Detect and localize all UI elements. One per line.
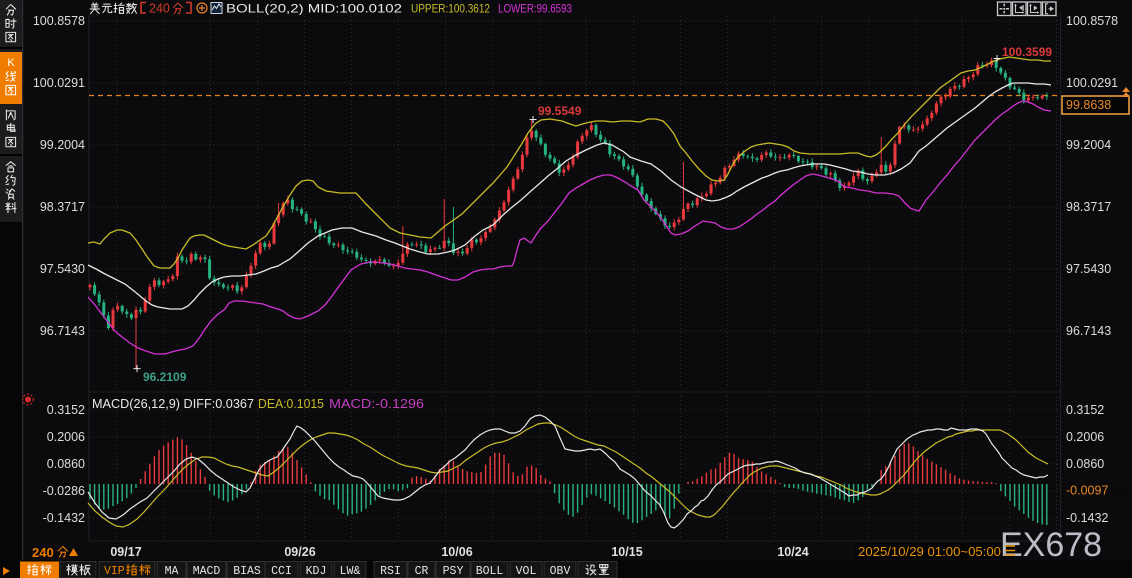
svg-text:99.2004: 99.2004 [40, 138, 85, 152]
svg-text:97.5430: 97.5430 [40, 262, 85, 276]
svg-text:CCI: CCI [271, 565, 292, 578]
svg-text:10/15: 10/15 [611, 545, 642, 559]
svg-text:MACD:-0.1296: MACD:-0.1296 [329, 397, 424, 411]
svg-text:100.0291: 100.0291 [33, 76, 85, 90]
svg-text:RSI: RSI [380, 565, 401, 578]
svg-text:96.7143: 96.7143 [40, 324, 85, 338]
svg-text:0.2006: 0.2006 [47, 430, 85, 444]
svg-text:-0.0097: -0.0097 [1066, 484, 1108, 498]
svg-text:DEA:0.1015: DEA:0.1015 [258, 397, 324, 411]
svg-text:KDJ: KDJ [306, 565, 327, 578]
svg-text:240: 240 [149, 2, 170, 16]
svg-text:99.2004: 99.2004 [1066, 138, 1111, 152]
svg-text:09/17: 09/17 [110, 545, 141, 559]
svg-text:CR: CR [415, 565, 429, 578]
svg-text:LW&: LW& [340, 565, 361, 578]
svg-text:100.8578: 100.8578 [1066, 14, 1118, 28]
svg-text:BIAS: BIAS [233, 565, 261, 578]
svg-text:100.3599: 100.3599 [1002, 45, 1052, 59]
svg-text:0.0860: 0.0860 [47, 457, 85, 471]
svg-text:-0.0286: -0.0286 [43, 484, 85, 498]
svg-text:09/26: 09/26 [284, 545, 315, 559]
svg-text:98.3717: 98.3717 [1066, 200, 1111, 214]
svg-text:-0.1432: -0.1432 [43, 511, 85, 525]
svg-text:100.0291: 100.0291 [1066, 76, 1118, 90]
svg-text:K: K [7, 57, 15, 69]
svg-text:96.2109: 96.2109 [143, 370, 187, 384]
svg-text:97.5430: 97.5430 [1066, 262, 1111, 276]
svg-text:LOWER:99.6593: LOWER:99.6593 [498, 2, 572, 16]
svg-text:10/24: 10/24 [777, 545, 808, 559]
svg-text:MACD: MACD [193, 565, 221, 578]
svg-text:0.3152: 0.3152 [47, 403, 85, 417]
svg-text:OBV: OBV [550, 565, 571, 578]
svg-text:10/06: 10/06 [441, 545, 472, 559]
svg-text:0.0860: 0.0860 [1066, 457, 1104, 471]
svg-text:240: 240 [32, 545, 54, 560]
svg-text:96.7143: 96.7143 [1066, 324, 1111, 338]
svg-text:VOL: VOL [516, 565, 537, 578]
svg-text:99.5549: 99.5549 [538, 104, 582, 118]
svg-text:99.8638: 99.8638 [1066, 98, 1111, 112]
svg-text:MA: MA [165, 565, 179, 578]
svg-text:PSY: PSY [443, 565, 464, 578]
svg-text:-0.1432: -0.1432 [1066, 511, 1108, 525]
svg-text:2025/10/29 01:00~05:00: 2025/10/29 01:00~05:00 [858, 544, 1001, 559]
svg-text:BOLL: BOLL [476, 565, 504, 578]
svg-text:98.3717: 98.3717 [40, 200, 85, 214]
svg-text:0.3152: 0.3152 [1066, 403, 1104, 417]
svg-text:100.8578: 100.8578 [33, 14, 85, 28]
svg-text:VIP: VIP [104, 565, 125, 578]
svg-text:BOLL(20,2) MID:100.0102: BOLL(20,2) MID:100.0102 [226, 2, 402, 16]
svg-text:0.2006: 0.2006 [1066, 430, 1104, 444]
svg-text:MACD(26,12,9) DIFF:0.0367: MACD(26,12,9) DIFF:0.0367 [92, 397, 254, 411]
svg-text:UPPER:100.3612: UPPER:100.3612 [411, 2, 490, 16]
svg-text:EX678: EX678 [1000, 526, 1102, 564]
